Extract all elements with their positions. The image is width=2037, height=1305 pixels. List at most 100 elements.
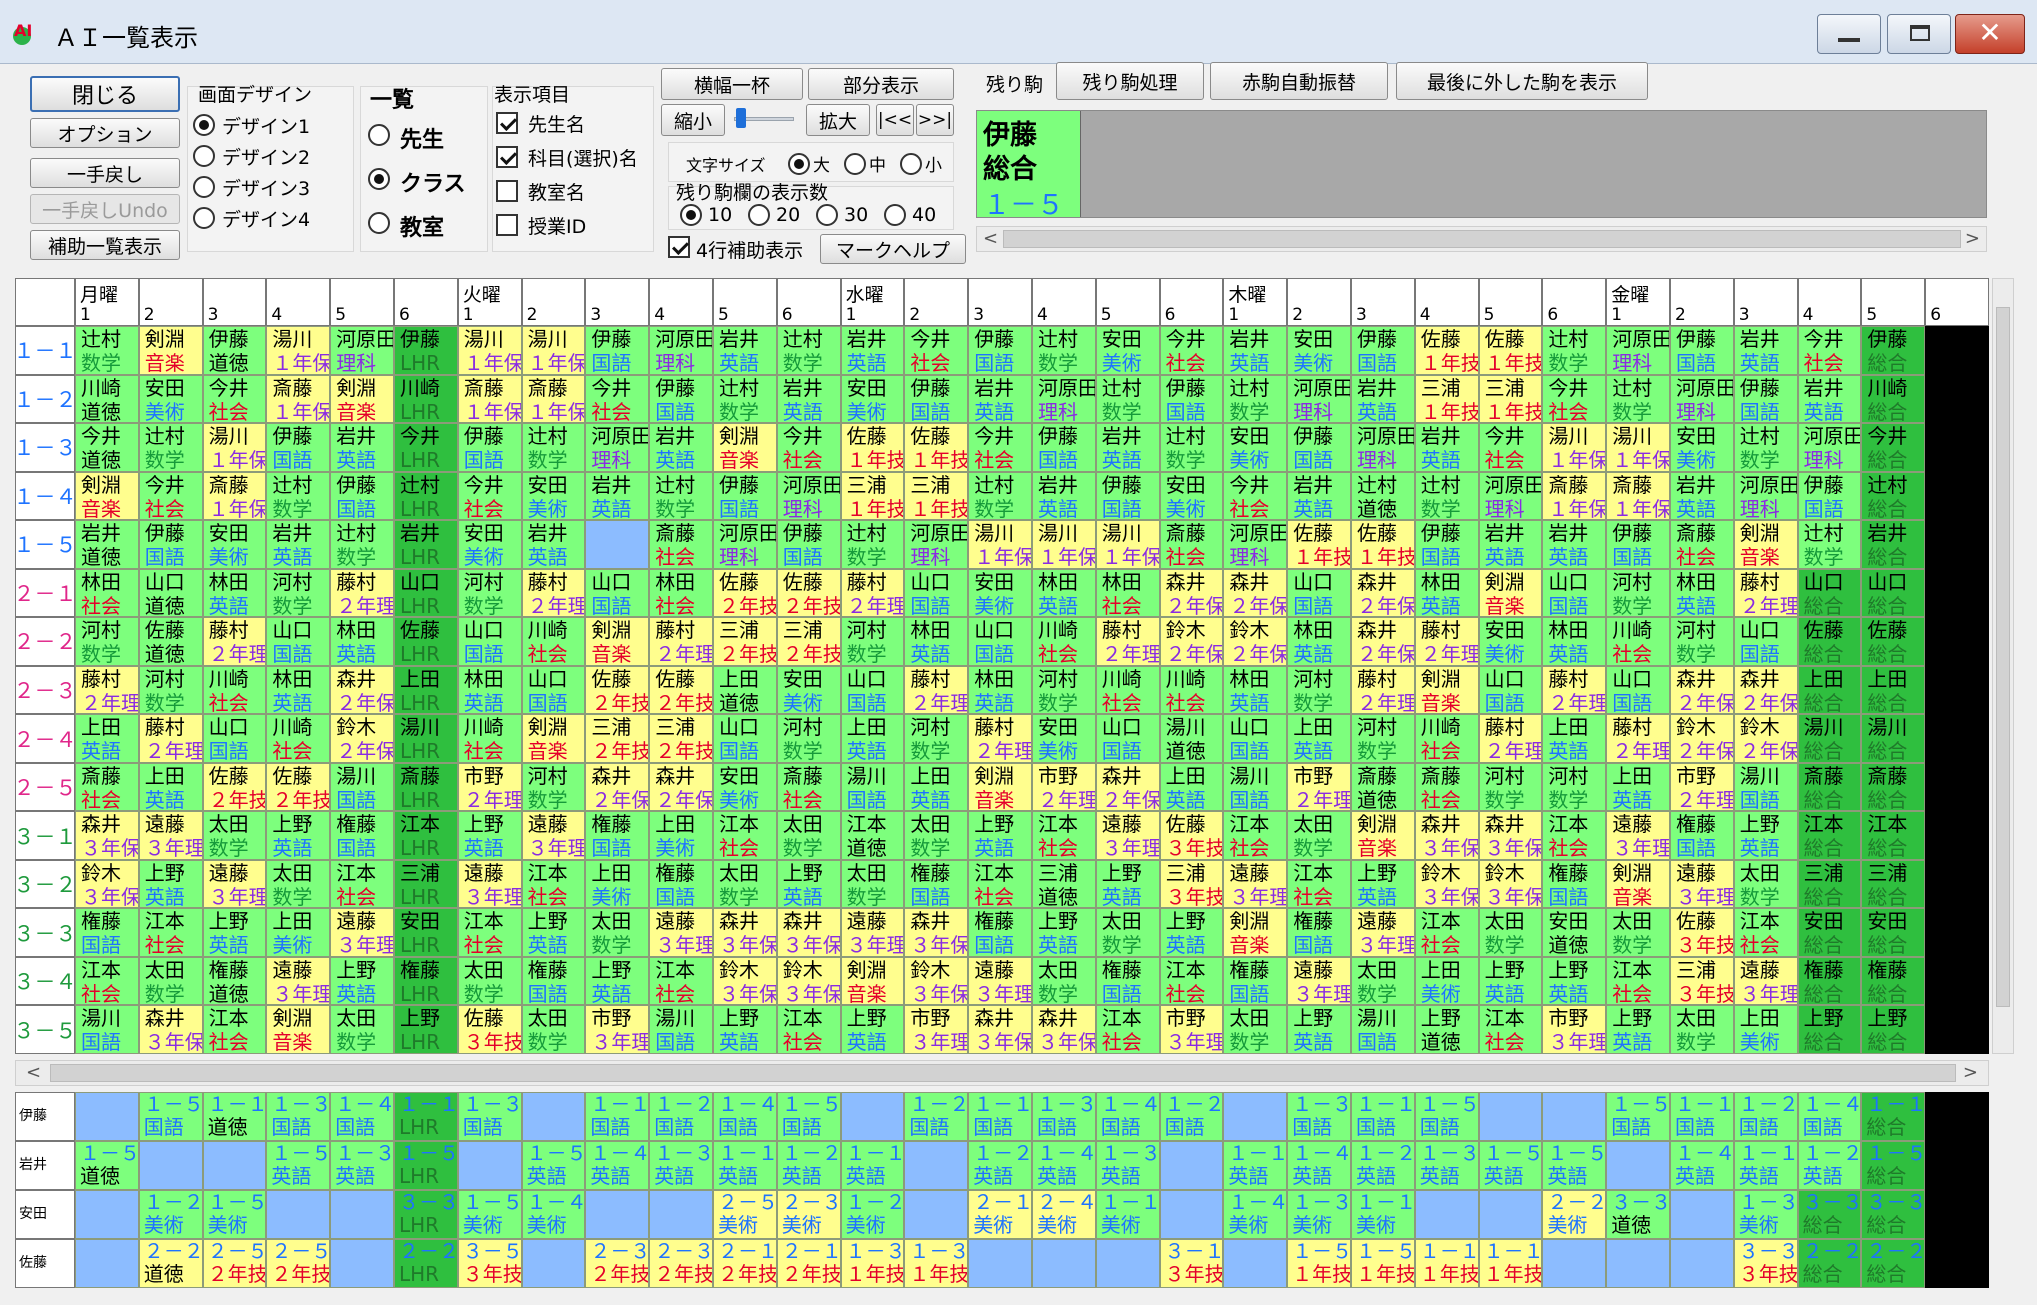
enlarge-button[interactable]: 拡大 [806,104,870,136]
teacher-cell[interactable]: １－１ 美術 [1351,1190,1415,1239]
timetable-cell[interactable]: 山口 LHR [394,568,458,618]
timetable-cell[interactable]: 湯川 総合 [1861,714,1926,763]
timetable-cell[interactable]: 上田 英語 [840,714,905,763]
design-option-radio[interactable] [193,145,215,167]
aux-list-button[interactable]: 補助一覧表示 [30,230,180,260]
timetable-cell[interactable]: 伊藤 国語 [1606,520,1670,569]
timetable-cell[interactable]: 三浦 １年技 [840,471,905,521]
teacher-cell[interactable]: ２－２ 道徳 [138,1239,203,1288]
timetable-cell[interactable]: 藤村 ２年理 [1414,617,1479,666]
teacher-cell[interactable]: １－５ 国語 [138,1092,203,1141]
teacher-cell[interactable]: ２－３ ２年技 [585,1239,650,1288]
timetable-cell[interactable]: 佐藤 ２年技 [202,762,267,812]
timetable-cell[interactable]: 剣淵 音楽 [585,617,650,666]
teacher-cell[interactable]: １－５ LHR [394,1141,458,1190]
teacher-row-header[interactable]: 岩井 [15,1141,75,1190]
timetable-cell[interactable]: 江本 社会 [713,811,777,860]
timetable-cell[interactable]: 林田 社会 [1095,568,1160,618]
last-page-button[interactable]: >>| [916,104,954,136]
timetable-cell[interactable]: 伊藤 国語 [1032,423,1096,472]
class-row-header[interactable]: ２－５ [14,762,77,812]
timetable-hscroll-thumb[interactable] [50,1064,1956,1082]
teacher-cell[interactable]: １－１ 国語 [585,1092,650,1141]
timetable-cell[interactable]: 森井 ３年保 [904,908,969,957]
timetable-cell[interactable]: 伊藤 国語 [904,374,969,424]
timetable-cell[interactable]: 斎藤 LHR [394,762,458,812]
timetable-cell[interactable]: 岩井 総合 [1861,520,1926,569]
teacher-cell[interactable]: １－５ 道徳 [75,1141,139,1190]
timetable-cell[interactable]: 佐藤 ２年技 [713,568,777,618]
timetable-cell[interactable]: 湯川 １年保 [1095,520,1160,569]
timetable-cell[interactable]: 権藤 国語 [521,956,586,1006]
class-row-header[interactable]: ３－１ [14,811,77,860]
timetable-cell[interactable]: 太田 数学 [202,811,267,860]
timetable-cell[interactable]: 剣淵 音楽 [1606,859,1670,909]
timetable-cell[interactable]: 藤村 ２年理 [649,617,713,666]
timetable-cell[interactable]: 今井 道徳 [75,423,139,472]
timetable-cell[interactable]: 太田 数学 [1223,1005,1288,1054]
timetable-cell[interactable]: 太田 数学 [1478,908,1543,957]
timetable-cell[interactable]: 河村 数学 [1542,762,1607,812]
timetable-cell[interactable]: 上野 英語 [1478,956,1543,1006]
timetable-cell[interactable]: 林田 英語 [1542,617,1607,666]
timetable-cell[interactable]: 安田 総合 [1861,908,1926,957]
teacher-cell[interactable]: １－５ １年技 [1351,1239,1415,1288]
timetable-cell[interactable]: 太田 数学 [1670,1005,1734,1054]
timetable-cell[interactable]: 権藤 総合 [1797,956,1862,1006]
teacher-cell[interactable]: １－１ 国語 [1670,1092,1734,1141]
timetable-cell[interactable]: 林田 英語 [457,665,522,715]
timetable-cell[interactable]: 斎藤 １年保 [1606,471,1670,521]
timetable-cell[interactable]: 遠藤 ３年理 [1287,956,1351,1006]
remaining-hscroll-thumb[interactable] [1003,230,1961,248]
teacher-cell[interactable]: ２－２ LHR [394,1239,458,1288]
teacher-cell[interactable] [75,1239,139,1288]
class-row-header[interactable]: １－５ [14,520,77,569]
timetable-cell[interactable]: 遠藤 ３年理 [138,811,203,860]
timetable-cell[interactable]: 岩井 英語 [1733,326,1798,375]
timetable-cell[interactable]: 三浦 １年技 [1478,374,1543,424]
timetable-cell[interactable]: 鈴木 ２年保 [1223,617,1288,666]
timetable-cell[interactable]: 森井 ２年保 [1351,617,1415,666]
timetable-cell[interactable]: 藤村 ２年理 [840,568,905,618]
timetable-cell[interactable]: 藤村 ２年理 [138,714,203,763]
timetable-cell[interactable]: 上田 英語 [904,762,969,812]
timetable-cell[interactable]: 安田 美術 [1670,423,1734,472]
teacher-cell[interactable]: １－３ １年技 [840,1239,905,1288]
timetable-cell[interactable]: 林田 英語 [1223,665,1288,715]
timetable-cell[interactable]: 太田 数学 [138,956,203,1006]
timetable-cell[interactable]: 上田 英語 [1542,714,1607,763]
timetable-cell[interactable]: 藤村 ２年理 [968,714,1032,763]
teacher-cell[interactable]: １－５ 英語 [266,1141,331,1190]
font-size-radio[interactable] [900,153,922,175]
timetable-cell[interactable]: 湯川 国語 [75,1005,139,1054]
timetable-cell[interactable]: 伊藤 国語 [776,520,841,569]
teacher-cell[interactable]: ２－１ 美術 [968,1190,1032,1239]
teacher-cell[interactable] [1159,1141,1224,1190]
timetable-cell[interactable]: 江本 社会 [649,956,713,1006]
timetable-cell[interactable]: 権藤 国語 [1670,811,1734,860]
timetable-cell[interactable]: 林田 社会 [75,568,139,618]
timetable-cell[interactable]: 岩井 英語 [840,326,905,375]
timetable-cell[interactable]: 安田 美術 [138,374,203,424]
timetable-cell[interactable]: 剣淵 音楽 [1478,568,1543,618]
timetable-cell[interactable]: 権藤 国語 [75,908,139,957]
timetable-cell[interactable]: 岩井 英語 [1287,471,1351,521]
timetable-cell[interactable]: 斎藤 １年保 [1542,471,1607,521]
timetable-cell[interactable]: 今井 社会 [776,423,841,472]
timetable-cell[interactable]: 太田 数学 [330,1005,394,1054]
timetable-cell[interactable]: 辻村 数学 [840,520,905,569]
timetable-cell[interactable]: 河原田 理科 [1287,374,1351,424]
timetable-cell[interactable]: 権藤 道徳 [202,956,267,1006]
timetable-cell[interactable]: 江本 社会 [521,859,586,909]
timetable-cell[interactable]: 川崎 社会 [1159,665,1224,715]
timetable-cell[interactable]: 岩井 英語 [1670,471,1734,521]
teacher-cell[interactable]: １－５ 国語 [1606,1092,1670,1141]
timetable-cell[interactable]: 剣淵 音楽 [713,423,777,472]
teacher-row-header[interactable]: 安田 [15,1190,75,1239]
timetable-cell[interactable]: 河村 数学 [266,568,331,618]
timetable-cell[interactable]: 今井 社会 [904,326,969,375]
timetable-cell[interactable]: 三浦 ２年技 [776,617,841,666]
timetable-cell[interactable]: 河村 数学 [1287,665,1351,715]
timetable-cell[interactable]: 山口 国語 [1478,665,1543,715]
timetable-cell[interactable]: 佐藤 ２年技 [649,665,713,715]
